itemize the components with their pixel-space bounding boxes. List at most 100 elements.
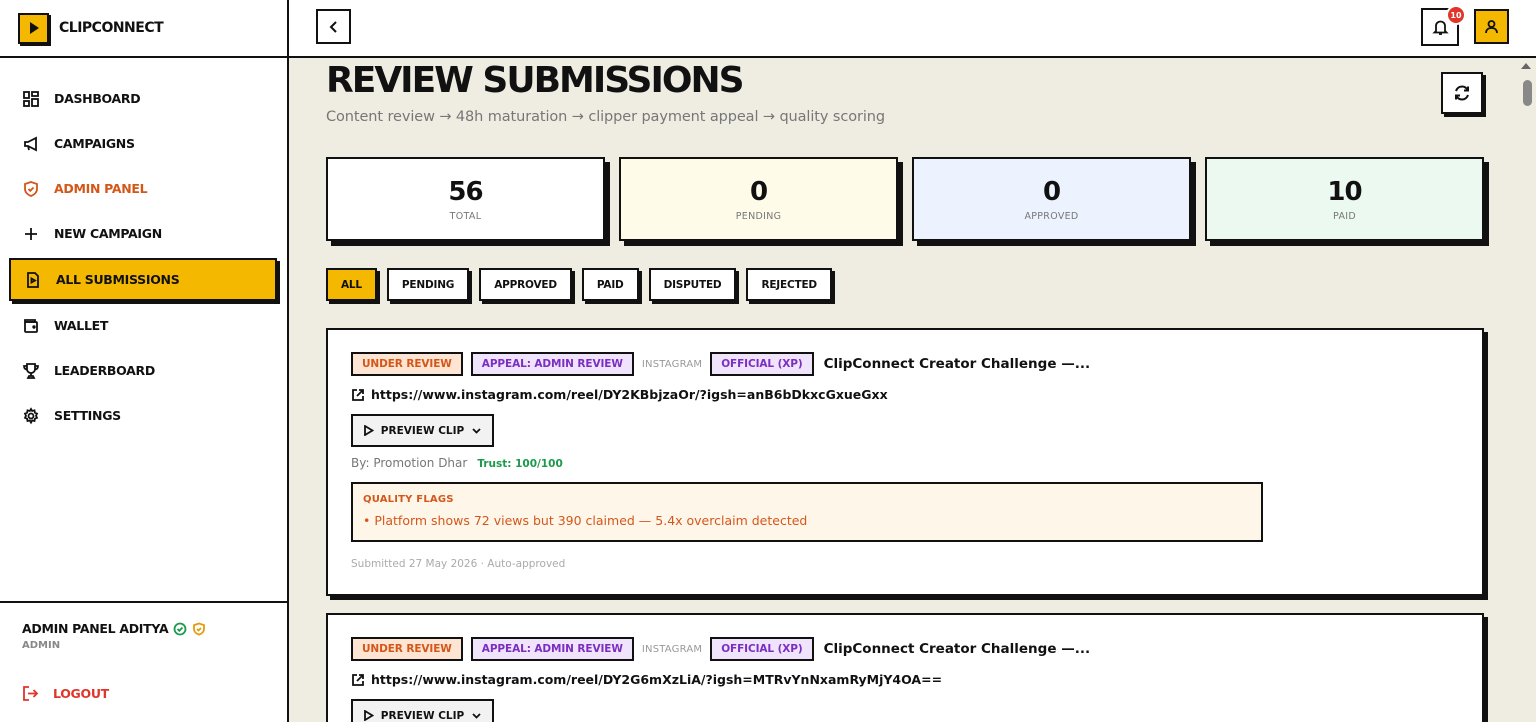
stats-row: 56 TOTAL 0 PENDING 0 APPROVED 10 PAID: [326, 157, 1484, 241]
scroll-thumb[interactable]: [1523, 80, 1532, 106]
filter-tabs: ALL PENDING APPROVED PAID DISPUTED REJEC…: [326, 268, 832, 302]
sidebar-item-admin-panel[interactable]: ADMIN PANEL: [0, 166, 287, 211]
brand[interactable]: CLIPCONNECT: [0, 0, 287, 58]
platform-label: INSTAGRAM: [641, 643, 703, 655]
stat-value: 10: [1327, 176, 1362, 207]
quality-flags-panel: QUALITY FLAGS • Platform shows 72 views …: [351, 482, 1263, 542]
stat-label: APPROVED: [1024, 210, 1079, 222]
sidebar-item-label: LEADERBOARD: [54, 363, 155, 378]
notification-count-badge: 10: [1446, 5, 1466, 25]
main-content: REVIEW SUBMISSIONS Content review → 48h …: [291, 60, 1519, 722]
scroll-up-arrow-icon[interactable]: [1521, 63, 1531, 69]
stat-label: TOTAL: [449, 210, 482, 222]
submission-tags: UNDER REVIEW APPEAL: ADMIN REVIEW INSTAG…: [351, 352, 1090, 376]
stat-total: 56 TOTAL: [326, 157, 605, 241]
sidebar-item-label: ALL SUBMISSIONS: [56, 272, 180, 287]
trust-score: Trust: 100/100: [477, 458, 563, 470]
submitter-name: By: Promotion Dhar: [351, 456, 468, 470]
submission-link[interactable]: https://www.instagram.com/reel/DY2KBbjza…: [351, 387, 888, 402]
filter-all[interactable]: ALL: [326, 268, 377, 301]
wallet-icon: [24, 318, 38, 333]
quality-flags-title: QUALITY FLAGS: [363, 494, 454, 505]
logout-icon: [23, 686, 39, 701]
filter-paid[interactable]: PAID: [581, 268, 639, 301]
filter-pending[interactable]: PENDING: [386, 268, 470, 301]
play-icon: [363, 425, 374, 436]
preview-clip-label: PREVIEW CLIP: [380, 424, 465, 437]
sidebar-item-label: NEW CAMPAIGN: [54, 226, 162, 241]
sidebar-item-wallet[interactable]: WALLET: [0, 303, 287, 348]
page-subtitle: Content review → 48h maturation → clippe…: [326, 109, 885, 125]
page-title: REVIEW SUBMISSIONS: [326, 60, 745, 101]
quality-flag-item: • Platform shows 72 views but 390 claime…: [363, 513, 808, 528]
user-name-row: ADMIN PANEL ADITYA: [22, 621, 265, 636]
chevron-down-icon: [472, 713, 481, 719]
stat-value: 0: [1042, 176, 1061, 207]
sidebar-footer: ADMIN PANEL ADITYA ADMIN LOGOUT: [0, 601, 287, 722]
bell-icon: [1431, 20, 1449, 35]
filter-approved[interactable]: APPROVED: [479, 268, 572, 301]
file-play-icon: [27, 271, 39, 288]
chevron-left-icon: [329, 20, 337, 33]
external-link-icon: [352, 388, 364, 401]
submission-url: https://www.instagram.com/reel/DY2G6mXzL…: [371, 672, 943, 687]
sidebar-item-leaderboard[interactable]: LEADERBOARD: [0, 348, 287, 393]
play-icon: [363, 710, 374, 721]
chevron-down-icon: [472, 428, 481, 434]
sidebar-item-campaigns[interactable]: CAMPAIGNS: [0, 121, 287, 166]
logout-label: LOGOUT: [53, 686, 109, 701]
sidebar-item-settings[interactable]: SETTINGS: [0, 393, 287, 438]
filter-disputed[interactable]: DISPUTED: [648, 268, 737, 301]
platform-label: INSTAGRAM: [641, 358, 703, 370]
sidebar-item-label: WALLET: [54, 318, 109, 333]
submission-card: UNDER REVIEW APPEAL: ADMIN REVIEW INSTAG…: [326, 613, 1484, 722]
sidebar-item-label: ADMIN PANEL: [54, 181, 148, 196]
user-name: ADMIN PANEL ADITYA: [22, 621, 169, 636]
user-menu-button[interactable]: [1474, 9, 1509, 44]
status-badge: UNDER REVIEW: [351, 352, 463, 376]
preview-clip-button[interactable]: PREVIEW CLIP: [351, 414, 494, 447]
sidebar-item-new-campaign[interactable]: NEW CAMPAIGN: [0, 211, 287, 256]
refresh-icon: [1455, 85, 1469, 101]
stat-value: 0: [749, 176, 768, 207]
byline: By: Promotion Dhar Trust: 100/100: [351, 456, 563, 470]
notifications-button[interactable]: 10: [1421, 5, 1466, 46]
play-logo-icon: [18, 12, 49, 44]
external-link-icon: [352, 673, 364, 686]
admin-shield-icon: [193, 622, 206, 636]
logout-button[interactable]: LOGOUT: [22, 685, 265, 702]
stat-label: PAID: [1333, 210, 1356, 222]
stat-label: PENDING: [735, 210, 782, 222]
back-button[interactable]: [316, 9, 351, 44]
preview-clip-label: PREVIEW CLIP: [380, 709, 465, 722]
sidebar-item-all-submissions[interactable]: ALL SUBMISSIONS: [9, 258, 277, 301]
stat-paid: 10 PAID: [1205, 157, 1484, 241]
sidebar-item-dashboard[interactable]: DASHBOARD: [0, 76, 287, 121]
user-role: ADMIN: [22, 640, 61, 651]
submission-link[interactable]: https://www.instagram.com/reel/DY2G6mXzL…: [351, 672, 942, 687]
plus-icon: [25, 227, 37, 240]
sidebar-item-label: CAMPAIGNS: [54, 136, 135, 151]
stat-value: 56: [448, 176, 483, 207]
sidebar: CLIPCONNECT DASHBOARD CAMPAIGNS ADMIN PA…: [0, 0, 289, 722]
filter-rejected[interactable]: REJECTED: [746, 268, 832, 301]
sidebar-item-label: DASHBOARD: [54, 91, 141, 106]
status-badge: UNDER REVIEW: [351, 637, 463, 661]
appeal-badge: APPEAL: ADMIN REVIEW: [470, 637, 634, 661]
preview-clip-button[interactable]: PREVIEW CLIP: [351, 699, 494, 722]
scrollbar[interactable]: [1519, 60, 1536, 722]
campaign-name[interactable]: ClipConnect Creator Challenge —...: [824, 641, 1091, 657]
brand-name: CLIPCONNECT: [59, 20, 164, 36]
submission-url: https://www.instagram.com/reel/DY2KBbjza…: [371, 387, 888, 402]
sidebar-nav: DASHBOARD CAMPAIGNS ADMIN PANEL NEW CAMP…: [0, 58, 287, 438]
campaign-name[interactable]: ClipConnect Creator Challenge —...: [824, 356, 1091, 372]
submission-tags: UNDER REVIEW APPEAL: ADMIN REVIEW INSTAG…: [351, 637, 1090, 661]
megaphone-icon: [24, 136, 37, 151]
verified-check-icon: [173, 622, 187, 635]
shield-icon: [24, 180, 38, 197]
appeal-badge: APPEAL: ADMIN REVIEW: [470, 352, 634, 376]
topbar: 10: [289, 0, 1536, 58]
refresh-button[interactable]: [1441, 72, 1483, 114]
submitted-meta: Submitted 27 May 2026 · Auto-approved: [351, 558, 566, 570]
gear-icon: [23, 406, 39, 424]
